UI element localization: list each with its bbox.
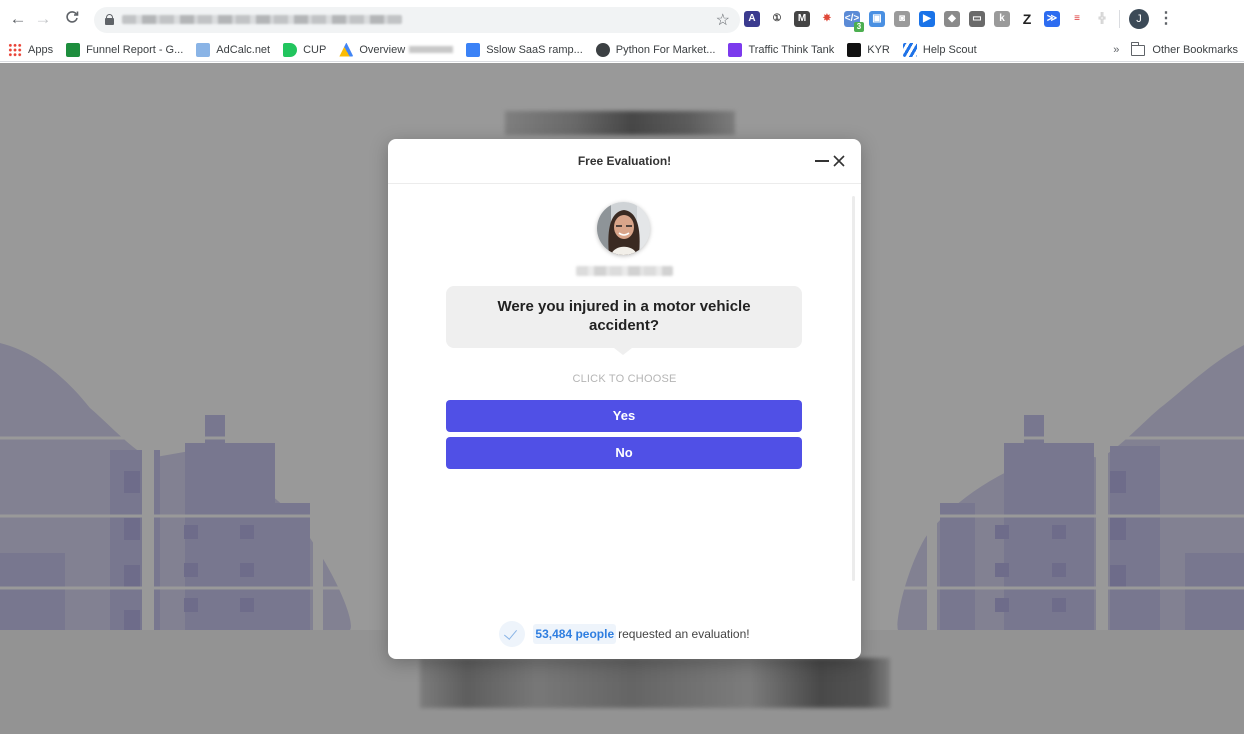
- browser-menu-button[interactable]: ⋮: [1158, 10, 1174, 28]
- screen-capture-icon[interactable]: ▣: [869, 11, 885, 27]
- lock-icon: [105, 14, 114, 25]
- bookmark-label: Traffic Think Tank: [748, 43, 835, 56]
- click-to-choose-hint: CLICK TO CHOOSE: [572, 373, 677, 385]
- agent-avatar: [597, 202, 650, 255]
- toolbar-separator: [1119, 10, 1120, 28]
- puzzle-icon[interactable]: ◆: [944, 11, 960, 27]
- m-extension-icon[interactable]: M: [794, 11, 810, 27]
- bookmark-sslow-saas-ramp[interactable]: Sslow SaaS ramp...: [466, 38, 583, 62]
- arrow-extension-icon[interactable]: ≫: [1044, 11, 1060, 27]
- extensions-bar: A ① M ✸ </> 3 ▣ ◙ ▶ ◆ ▭ k Z ≫ ≡ ╬ J ⋮: [744, 9, 1174, 32]
- modal-scrollbar[interactable]: [852, 196, 855, 581]
- bookmark-label: KYR: [867, 43, 890, 56]
- bookmark-traffic-think-tank[interactable]: Traffic Think Tank: [728, 38, 834, 62]
- bookmarks-right: » Other Bookmarks: [1113, 38, 1238, 62]
- z-extension-icon[interactable]: Z: [1019, 11, 1035, 27]
- bookmark-label: Python For Market...: [615, 43, 716, 56]
- no-button[interactable]: No: [446, 437, 802, 469]
- bookmark-apps[interactable]: Apps: [8, 38, 53, 62]
- bookmark-label: AdCalc.net: [216, 43, 271, 56]
- yes-button[interactable]: Yes: [446, 400, 802, 432]
- profile-avatar-button[interactable]: J: [1129, 9, 1149, 29]
- bookmark-label: CUP: [303, 43, 327, 56]
- checkmark-icon: [499, 621, 526, 647]
- browser-toolbar: ← → ☆ A ① M ✸ </> 3 ▣ ◙ ▶ ◆ ▭ k Z ≫ ≡ ╬ J ⋮: [0, 0, 1244, 38]
- agent-photo: [597, 202, 650, 255]
- bookmark-help-scout[interactable]: Help Scout: [902, 38, 977, 62]
- kyr-icon: [847, 42, 862, 57]
- requests-count: 53,484 people: [533, 624, 617, 644]
- folder-icon: [1131, 41, 1146, 56]
- video-icon[interactable]: ▶: [919, 11, 935, 27]
- bookmark-label: Apps: [28, 43, 54, 56]
- sslow-icon: [466, 42, 481, 57]
- bookmark-funnel-report-g[interactable]: Funnel Report - G...: [66, 38, 183, 62]
- bookmark-label: Sslow SaaS ramp...: [486, 43, 583, 56]
- ahrefs-icon[interactable]: A: [744, 11, 760, 27]
- agent-name-redacted: [576, 266, 673, 276]
- social-proof-text: requested an evaluation!: [618, 627, 750, 641]
- back-button[interactable]: ←: [8, 9, 28, 29]
- extension-badge: 3: [854, 22, 864, 32]
- cup-icon: [283, 42, 298, 57]
- other-bookmarks-label: Other Bookmarks: [1152, 44, 1238, 56]
- reload-button[interactable]: [62, 9, 82, 29]
- bookmarks-bar: Apps Funnel Report - G... AdCalc.net CUP Ove…: [0, 38, 1244, 62]
- minimize-button[interactable]: [815, 160, 829, 162]
- google-ads-icon: [339, 42, 354, 57]
- close-button[interactable]: [832, 153, 846, 169]
- adcalc-icon: [196, 42, 211, 57]
- question-text: Were you injured in a motor vehicle acci…: [497, 298, 751, 334]
- bookmark-overview[interactable]: Overview: [339, 38, 454, 62]
- lines-extension-icon[interactable]: ≡: [1069, 11, 1085, 27]
- bookmark-label: Help Scout: [922, 43, 977, 56]
- sheets-icon: [66, 42, 81, 57]
- close-icon: [833, 155, 845, 167]
- colorzilla-icon[interactable]: ✸: [819, 11, 835, 27]
- redacted-text: [409, 46, 454, 53]
- url-text-redacted: [122, 15, 402, 24]
- cast-icon[interactable]: ▭: [969, 11, 985, 27]
- question-bubble: Were you injured in a motor vehicle acci…: [446, 286, 802, 355]
- camera-icon[interactable]: ◙: [894, 11, 910, 27]
- code-extension-icon[interactable]: </> 3: [844, 11, 864, 32]
- modal-header: Free Evaluation!: [388, 139, 861, 184]
- modal-title: Free Evaluation!: [577, 154, 672, 168]
- bookmark-star-icon[interactable]: ☆: [716, 10, 730, 30]
- onepassword-icon[interactable]: ①: [769, 11, 785, 27]
- reload-icon: [66, 11, 79, 23]
- grid-extension-icon[interactable]: ╬: [1094, 11, 1110, 27]
- bookmark-label: Funnel Report - G...: [86, 43, 184, 56]
- more-bookmarks-button[interactable]: »: [1113, 44, 1119, 56]
- help-scout-icon: [902, 42, 917, 57]
- bookmark-adcalc-net[interactable]: AdCalc.net: [196, 38, 270, 62]
- social-proof: 53,484 people requested an evaluation!: [388, 621, 861, 647]
- bookmark-cup[interactable]: CUP: [283, 38, 326, 62]
- globe-icon: [595, 42, 610, 57]
- address-bar[interactable]: ☆: [94, 7, 740, 33]
- bookmark-kyr[interactable]: KYR: [847, 38, 890, 62]
- k-extension-icon[interactable]: k: [994, 11, 1010, 27]
- apps-grid-icon: [8, 42, 22, 57]
- bookmark-python-for-market[interactable]: Python For Market...: [595, 38, 716, 62]
- evaluation-modal: Free Evaluation! Were you injured in a m…: [388, 139, 861, 659]
- other-bookmarks-button[interactable]: Other Bookmarks: [1131, 41, 1238, 56]
- bookmark-label: Overview: [359, 43, 406, 56]
- forward-button[interactable]: →: [33, 9, 53, 29]
- traffic-think-tank-icon: [728, 42, 743, 57]
